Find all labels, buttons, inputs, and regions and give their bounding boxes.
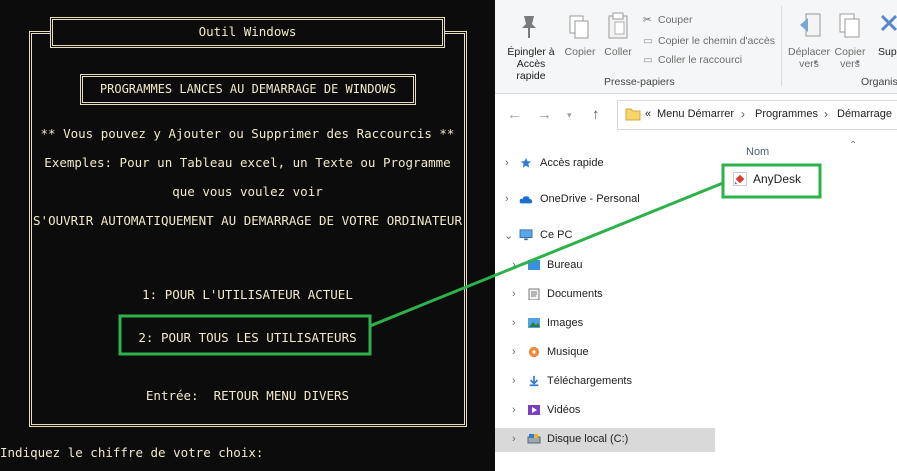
organize-group-label: Organis: [861, 76, 897, 88]
nav-item-label: Bureau: [547, 259, 583, 271]
nav-item-this-pc[interactable]: ⌄ Ce PC: [495, 224, 715, 248]
nav-item-onedrive[interactable]: › OneDrive - Personal: [495, 188, 715, 212]
breadcrumb-chevron-icon[interactable]: ›: [741, 107, 745, 121]
chevron-down-icon[interactable]: ⌄: [504, 229, 513, 242]
nav-item-downloads[interactable]: › Téléchargements: [495, 370, 715, 394]
copy-button[interactable]: Copier: [561, 46, 599, 58]
clipboard-group-label: Presse-papiers: [604, 76, 675, 88]
column-header-name[interactable]: Nom: [746, 146, 769, 158]
file-explorer-window: Épingler à Accès rapide Copier Coller ✂ …: [495, 0, 897, 471]
console-info-line: que vous voulez voir: [172, 184, 323, 199]
menu-option-return[interactable]: Entrée: RETOUR MENU DIVERS: [0, 388, 495, 403]
nav-item-label: Accès rapide: [540, 157, 604, 169]
copy-to-button[interactable]: Copier vers: [831, 46, 869, 70]
forward-icon[interactable]: →: [537, 106, 552, 123]
nav-item-desktop[interactable]: › Bureau: [495, 254, 715, 278]
recent-dropdown-icon[interactable]: ▾: [567, 110, 572, 121]
move-to-dropdown-icon[interactable]: ▾: [814, 58, 818, 66]
copy-to-dropdown-icon[interactable]: ▾: [856, 58, 860, 66]
file-name: AnyDesk: [753, 172, 802, 186]
images-icon: [528, 318, 540, 328]
nav-item-label: OneDrive - Personal: [540, 193, 640, 205]
nav-item-documents[interactable]: › Documents: [495, 283, 715, 307]
breadcrumb-overflow[interactable]: «: [645, 108, 651, 120]
file-row[interactable]: AnyDesk: [725, 168, 853, 190]
desktop-folder-icon: [528, 260, 540, 270]
file-list: ⌃ Nom AnyDesk: [717, 140, 897, 471]
chevron-right-icon[interactable]: ›: [505, 193, 509, 205]
sort-ascending-icon[interactable]: ⌃: [849, 140, 857, 151]
ribbon: Épingler à Accès rapide Copier Coller ✂ …: [495, 0, 897, 94]
console-heading: PROGRAMMES LANCES AU DEMARRAGE DE WINDOW…: [99, 82, 397, 96]
chevron-right-icon[interactable]: ›: [512, 259, 516, 271]
navigation-pane: › Accès rapide › OneDrive - Personal ⌄ C…: [495, 140, 717, 471]
move-to-icon: [800, 13, 821, 37]
nav-item-videos[interactable]: › Vidéos: [495, 399, 715, 423]
pin-icon: [522, 16, 536, 38]
ribbon-separator: [781, 6, 782, 86]
move-to-button[interactable]: Déplacer vers: [785, 46, 833, 70]
console-info-line: Exemples: Pour un Tableau excel, un Text…: [44, 155, 451, 170]
breadcrumb-demarrage[interactable]: Démarrage: [837, 108, 892, 120]
chevron-right-icon[interactable]: ›: [505, 157, 509, 169]
copy-icon: [569, 15, 589, 39]
copy-path-button[interactable]: Copier le chemin d'accès: [658, 35, 775, 47]
nav-item-images[interactable]: › Images: [495, 312, 715, 336]
nav-item-label: Disque local (C:): [547, 433, 629, 445]
console-window: Outil Windows PROGRAMMES LANCES AU DEMAR…: [0, 0, 495, 471]
cut-button[interactable]: Couper: [658, 14, 692, 26]
chevron-right-icon[interactable]: ›: [512, 288, 516, 300]
monitor-icon: [519, 229, 533, 241]
menu-option-all-users[interactable]: 2: POUR TOUS LES UTILISATEURS: [0, 330, 495, 345]
paste-icon: [608, 12, 628, 39]
up-icon[interactable]: ↑: [592, 106, 600, 123]
nav-item-local-disk[interactable]: › Disque local (C:): [495, 428, 715, 452]
paste-button[interactable]: Coller: [601, 46, 635, 58]
delete-button[interactable]: Sup: [878, 46, 897, 58]
delete-icon: [880, 14, 897, 32]
shortcut-paste-icon: ▭: [643, 54, 653, 66]
nav-item-label: Téléchargements: [547, 375, 632, 387]
console-info-line: S'OUVRIR AUTOMATIQUEMENT AU DEMARRAGE DE…: [33, 213, 462, 228]
chevron-right-icon[interactable]: ›: [512, 375, 516, 387]
nav-item-music[interactable]: › Musique: [495, 341, 715, 365]
star-icon: [520, 157, 532, 168]
chevron-right-icon[interactable]: ›: [512, 433, 516, 445]
menu-option-current-user[interactable]: 1: POUR L'UTILISATEUR ACTUEL: [0, 287, 495, 302]
scissors-icon: ✂: [643, 14, 652, 26]
console-prompt[interactable]: Indiquez le chiffre de votre choix:: [0, 445, 263, 460]
drive-icon: [527, 434, 541, 444]
paste-shortcut-button[interactable]: Coller le raccourci: [658, 54, 742, 66]
nav-item-label: Musique: [547, 346, 589, 358]
nav-item-label: Ce PC: [540, 229, 573, 241]
screenshot-root: Outil Windows PROGRAMMES LANCES AU DEMAR…: [0, 0, 897, 471]
nav-item-quick-access[interactable]: › Accès rapide: [495, 152, 715, 176]
nav-item-label: Documents: [547, 288, 603, 300]
nav-item-label: Images: [547, 317, 584, 329]
breadcrumb-menu-demarrer[interactable]: Menu Démarrer: [657, 108, 734, 120]
folder-icon: [625, 108, 641, 121]
pin-quick-access-button[interactable]: Épingler à Accès rapide: [501, 46, 561, 82]
anydesk-icon: [733, 172, 747, 186]
cloud-icon: [519, 196, 533, 204]
music-icon: [528, 346, 540, 358]
chevron-right-icon[interactable]: ›: [512, 317, 516, 329]
documents-icon: [528, 288, 540, 300]
video-icon: [528, 405, 540, 415]
copy-to-icon: [839, 13, 860, 38]
path-copy-icon: ▭: [643, 35, 653, 47]
back-icon[interactable]: ←: [507, 106, 522, 123]
breadcrumb-chevron-icon[interactable]: ›: [824, 107, 828, 121]
console-info-line: ** Vous pouvez y Ajouter ou Supprimer de…: [40, 126, 455, 141]
console-title: Outil Windows: [198, 24, 297, 39]
download-icon: [529, 375, 539, 387]
chevron-right-icon[interactable]: ›: [512, 404, 516, 416]
breadcrumb-programmes[interactable]: Programmes: [755, 108, 818, 120]
chevron-right-icon[interactable]: ›: [512, 346, 516, 358]
nav-item-label: Vidéos: [547, 404, 581, 416]
